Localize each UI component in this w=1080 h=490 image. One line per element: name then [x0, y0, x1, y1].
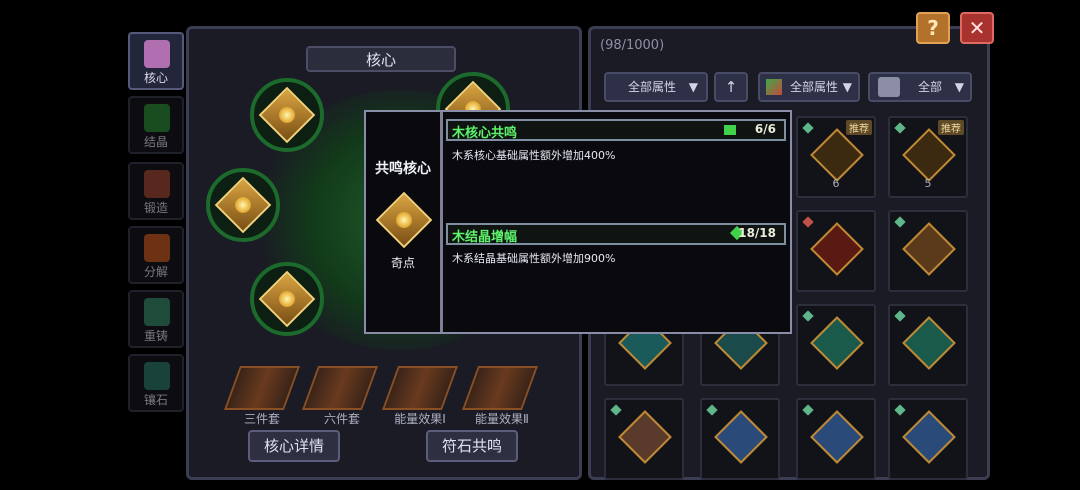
core-gem-icon	[214, 176, 272, 234]
set-label-three: 三件套	[243, 412, 280, 426]
element-filter-label: 全部属性	[790, 80, 839, 94]
arrow-up-icon: ↑	[724, 78, 738, 96]
reforge-icon	[144, 298, 170, 326]
nav-inlay[interactable]: 镶石	[128, 354, 184, 412]
nav-forge-label: 锻造	[143, 201, 168, 215]
core-detail-button[interactable]: 核心详情	[248, 430, 340, 462]
nav-crystal-label: 结晶	[143, 135, 168, 149]
inventory-cell[interactable]	[604, 398, 684, 480]
pin-icon	[706, 404, 718, 416]
wood-core-icon	[724, 125, 736, 135]
resonance-section-header: 木核心共鸣 6/6	[446, 119, 786, 141]
monster-icon	[878, 77, 900, 97]
set-label-six: 六件套	[323, 412, 360, 426]
nav-core[interactable]: 核心	[128, 32, 184, 90]
core-panel-title: 核心	[306, 46, 456, 72]
inventory-cell[interactable]	[700, 398, 780, 480]
popup-title: 共鸣核心	[375, 161, 431, 177]
core-slot[interactable]	[250, 78, 324, 152]
nav-reforge[interactable]: 重铸	[128, 290, 184, 348]
chevron-down-icon: ▼	[842, 80, 852, 94]
chevron-down-icon: ▼	[954, 80, 964, 94]
pin-icon	[802, 122, 814, 134]
forge-icon	[144, 170, 170, 198]
inventory-cell[interactable]	[796, 398, 876, 480]
inventory-cell[interactable]	[796, 304, 876, 386]
core-slot[interactable]	[206, 168, 280, 242]
fire-core-icon	[810, 222, 864, 276]
inventory-cell[interactable]	[888, 398, 968, 480]
attr-filter-label: 全部属性	[628, 80, 677, 94]
close-button[interactable]: ✕	[960, 12, 994, 44]
pin-icon	[894, 122, 906, 134]
pin-icon	[610, 404, 622, 416]
chevron-down-icon: ▼	[688, 80, 698, 94]
help-button[interactable]: ?	[916, 12, 950, 44]
recommend-badge: 推荐	[938, 120, 964, 135]
pin-icon	[894, 310, 906, 322]
mixed-core-icon	[714, 410, 768, 464]
inventory-cell[interactable]: 推荐 6	[796, 116, 876, 198]
inventory-cell[interactable]	[796, 210, 876, 292]
core-vase-icon	[144, 40, 170, 68]
inventory-count: (98/1000)	[600, 38, 665, 53]
nav-decompose[interactable]: 分解	[128, 226, 184, 284]
crystal-icon	[144, 104, 170, 132]
inventory-cell[interactable]: 推荐 5	[888, 116, 968, 198]
pin-icon	[894, 216, 906, 228]
core-gem-icon	[810, 128, 864, 182]
pin-icon	[802, 404, 814, 416]
section-title: 木结晶增幅	[452, 230, 518, 245]
core-gem-icon	[618, 410, 672, 464]
rune-resonance-button[interactable]: 符石共鸣	[426, 430, 518, 462]
inventory-cell[interactable]	[888, 210, 968, 292]
section-description: 木系核心基础属性额外增加400%	[452, 149, 616, 162]
section-title: 木核心共鸣	[452, 126, 518, 141]
nav-inlay-label: 镶石	[143, 393, 168, 407]
resonance-section-header: 木结晶增幅 18/18	[446, 223, 786, 245]
core-slot[interactable]	[250, 262, 324, 336]
nav-reforge-label: 重铸	[143, 329, 168, 343]
cell-number: 5	[924, 177, 932, 190]
cell-number: 6	[832, 177, 840, 190]
mixed-core-icon	[810, 410, 864, 464]
pin-icon	[894, 404, 906, 416]
nav-crystal[interactable]: 结晶	[128, 96, 184, 154]
element-filter-dropdown[interactable]: 全部属性 ▼	[758, 72, 860, 102]
water-core-icon	[810, 316, 864, 370]
type-filter-dropdown[interactable]: 全部 ▼	[868, 72, 972, 102]
set-label-energy-2: 能量效果Ⅱ	[475, 412, 529, 426]
recommend-badge: 推荐	[846, 120, 872, 135]
pin-icon	[802, 216, 814, 228]
type-filter-label: 全部	[918, 80, 943, 94]
sort-button[interactable]: ↑	[714, 72, 748, 102]
section-count: 18/18	[738, 226, 776, 240]
attr-filter-dropdown[interactable]: 全部属性 ▼	[604, 72, 708, 102]
set-label-energy-1: 能量效果Ⅰ	[394, 412, 446, 426]
nav-forge[interactable]: 锻造	[128, 162, 184, 220]
popup-divider	[440, 112, 443, 332]
section-description: 木系结晶基础属性额外增加900%	[452, 252, 616, 265]
core-gem-icon	[902, 128, 956, 182]
core-gem-icon	[258, 270, 316, 328]
inventory-cell[interactable]	[888, 304, 968, 386]
nav-core-label: 核心	[143, 71, 168, 85]
water-core-icon	[902, 316, 956, 370]
decompose-icon	[144, 234, 170, 262]
core-gem-icon	[258, 86, 316, 144]
nav-decompose-label: 分解	[143, 265, 168, 279]
section-count: 6/6	[754, 122, 776, 136]
pin-icon	[802, 310, 814, 322]
node-label: 奇点	[390, 256, 415, 270]
mixed-core-icon	[902, 410, 956, 464]
inlay-icon	[144, 362, 170, 390]
core-gem-icon	[902, 222, 956, 276]
element-icon	[766, 79, 782, 95]
